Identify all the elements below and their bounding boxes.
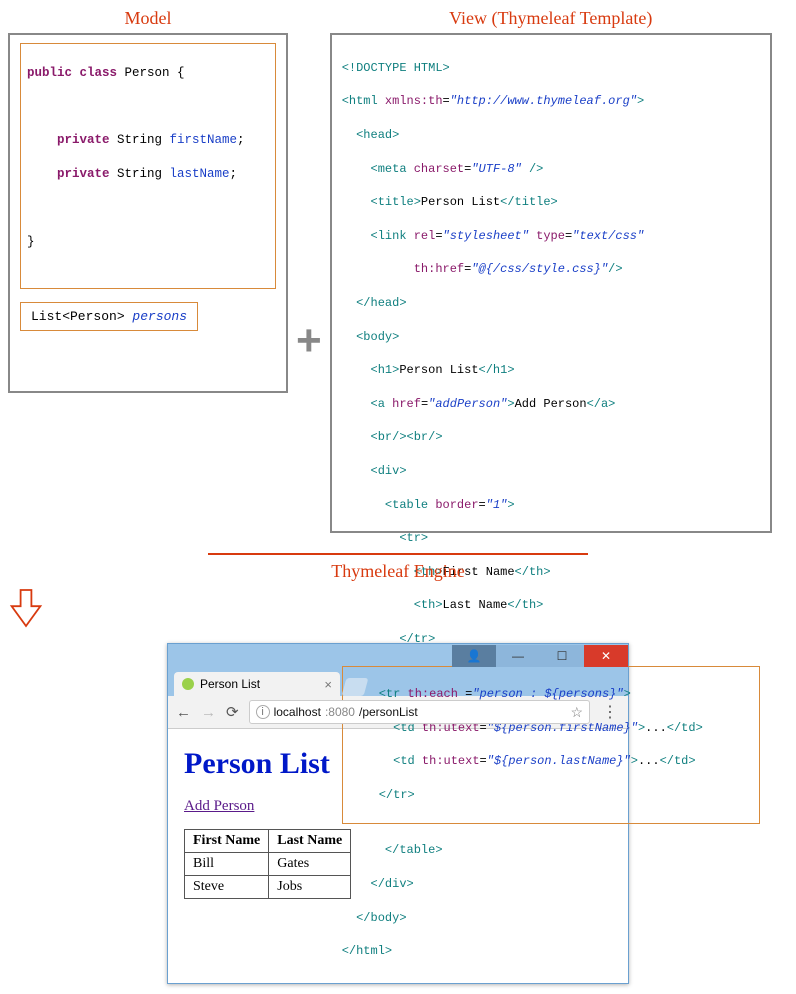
top-row: Model public class Person { private Stri… [8,8,788,533]
class-decl: Person { [117,66,185,80]
reload-icon[interactable]: ⟳ [226,703,239,721]
tab-title: Person List [200,677,260,691]
minimize-button[interactable]: — [496,645,540,667]
list-expression-box: List<Person> persons [20,302,198,331]
url-host: localhost [274,705,321,719]
view-code: <!DOCTYPE HTML> <html xmlns:th="http://w… [342,43,760,994]
list-var: persons [132,309,187,324]
close-button[interactable]: ✕ [584,645,628,667]
list-type: List<Person> [31,309,132,324]
forward-icon[interactable]: → [201,704,216,721]
model-code-box: public class Person { private String fir… [20,43,276,289]
person-table: First Name Last Name Bill Gates Steve Jo… [184,829,351,899]
th-lastname: Last Name [269,830,351,853]
browser-tab[interactable]: Person List × [174,672,340,696]
kw-private: private [27,133,110,147]
info-icon[interactable]: i [256,705,270,719]
table-header-row: First Name Last Name [185,830,351,853]
field-firstname: firstName [170,133,238,147]
model-label: Model [8,8,288,29]
kw-private2: private [27,167,110,181]
close-brace: } [27,234,269,251]
doctype: <!DOCTYPE HTML> [342,61,450,75]
tab-close-icon[interactable]: × [324,677,332,692]
cell-lastname: Jobs [269,876,351,899]
cell-lastname: Gates [269,853,351,876]
th-firstname: First Name [185,830,269,853]
bookmark-star-icon[interactable]: ☆ [570,704,583,721]
back-icon[interactable]: ← [176,704,191,721]
plus-icon: + [296,319,322,363]
thymeleaf-each-highlight: <tr th:each ="person : ${persons}"> <td … [342,666,760,823]
field-lastname: lastName [170,167,230,181]
url-path: /personList [359,705,418,719]
type-string2: String [110,167,170,181]
kw-class: class [72,66,117,80]
url-port: :8080 [325,705,355,719]
user-icon[interactable]: 👤 [452,645,496,667]
view-label: View (Thymeleaf Template) [330,8,772,29]
model-panel: public class Person { private String fir… [8,33,288,393]
view-panel: <!DOCTYPE HTML> <html xmlns:th="http://w… [330,33,772,533]
view-column: View (Thymeleaf Template) <!DOCTYPE HTML… [330,8,772,533]
menu-icon[interactable]: ⋮ [600,702,620,722]
model-column: Model public class Person { private Stri… [8,8,288,393]
favicon-icon [182,678,194,690]
table-row: Bill Gates [185,853,351,876]
kw-public: public [27,66,72,80]
type-string: String [110,133,170,147]
arrow-down-icon [8,588,44,628]
maximize-button[interactable]: ☐ [540,645,584,667]
cell-firstname: Steve [185,876,269,899]
add-person-link[interactable]: Add Person [184,798,254,814]
cell-firstname: Bill [185,853,269,876]
table-row: Steve Jobs [185,876,351,899]
address-input[interactable]: i localhost :8080/personList ☆ [249,700,590,724]
